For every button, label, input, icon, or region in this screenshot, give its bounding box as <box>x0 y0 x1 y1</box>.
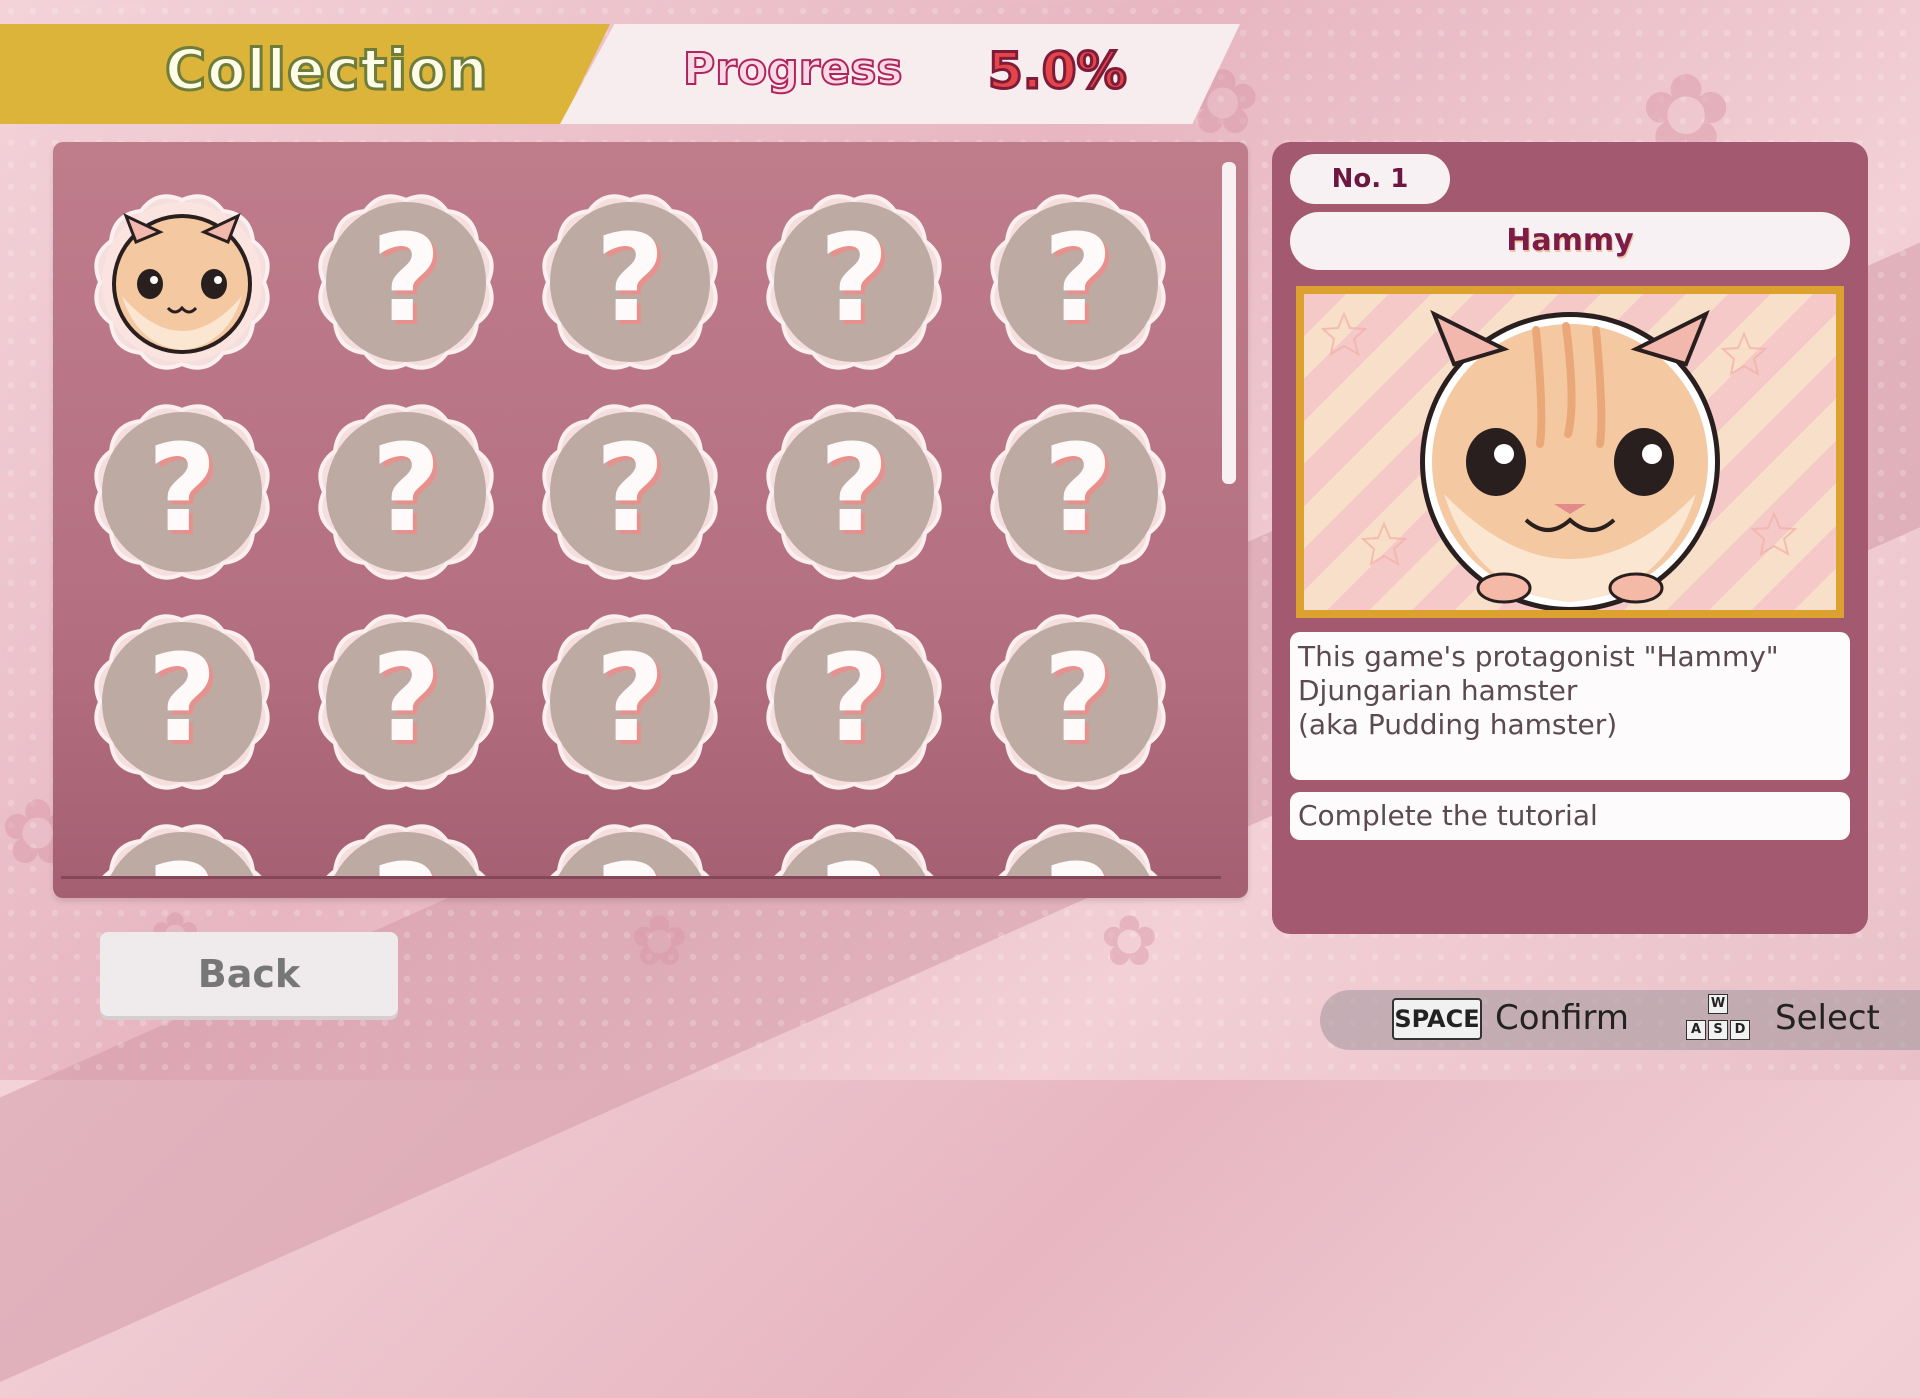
locked-question-mark: ? <box>86 816 278 878</box>
progress-label: Progress <box>682 43 904 96</box>
collection-slot-locked[interactable]: ? <box>310 186 502 378</box>
character-description: This game's protagonist "Hammy" Djungari… <box>1290 632 1850 780</box>
collection-slot-locked[interactable]: ? <box>534 816 726 878</box>
entry-number: No. 1 <box>1290 154 1450 204</box>
flower-decoration: ✿ <box>1100 900 1159 982</box>
collection-slot-locked[interactable]: ? <box>982 606 1174 798</box>
progress-value: 5.0% <box>987 41 1129 102</box>
collection-title: Collection <box>163 37 489 105</box>
collection-slot-locked[interactable]: ? <box>758 186 950 378</box>
locked-question-mark: ? <box>982 816 1174 878</box>
grid-divider <box>61 876 1221 879</box>
locked-question-mark: ? <box>1043 210 1113 349</box>
collection-slot-locked[interactable]: ? <box>310 396 502 588</box>
entry-name: Hammy <box>1290 212 1850 270</box>
collection-slot-locked[interactable]: ? <box>310 606 502 798</box>
description-line: Djungarian hamster <box>1298 674 1578 707</box>
collection-slot-locked[interactable]: ? <box>758 606 950 798</box>
key-w: W <box>1708 994 1728 1014</box>
locked-question-mark: ? <box>371 630 441 769</box>
wasd-keys-icon: W A S D <box>1682 994 1754 1046</box>
key-a: A <box>1686 1020 1706 1040</box>
flower-frame-icon <box>94 194 270 370</box>
locked-question-mark: ? <box>1043 630 1113 769</box>
collection-slot-unlocked[interactable] <box>86 186 278 378</box>
select-hint[interactable]: Select <box>1775 998 1880 1038</box>
locked-question-mark: ? <box>758 816 950 878</box>
key-s: S <box>1708 1020 1728 1040</box>
collection-slot-locked[interactable]: ? <box>534 186 726 378</box>
locked-question-mark: ? <box>371 420 441 559</box>
confirm-hint[interactable]: Confirm <box>1495 998 1629 1038</box>
collection-slot-locked[interactable]: ? <box>86 606 278 798</box>
collection-slot-locked[interactable]: ? <box>982 816 1174 878</box>
collection-slot-locked[interactable]: ? <box>86 816 278 878</box>
locked-question-mark: ? <box>595 630 665 769</box>
collection-slot-locked[interactable]: ? <box>86 396 278 588</box>
grid-scrollbar[interactable] <box>1222 162 1236 484</box>
locked-question-mark: ? <box>371 210 441 349</box>
locked-question-mark: ? <box>819 420 889 559</box>
collection-slot-locked[interactable]: ? <box>758 816 950 878</box>
collection-slot-locked[interactable]: ? <box>534 606 726 798</box>
collection-slot-locked[interactable]: ? <box>982 186 1174 378</box>
character-portrait <box>1296 286 1844 618</box>
back-button[interactable]: Back <box>100 932 398 1016</box>
flower-decoration: ✿ <box>630 900 689 982</box>
collection-slot-locked[interactable]: ? <box>534 396 726 588</box>
collection-slot-locked[interactable]: ? <box>982 396 1174 588</box>
locked-question-mark: ? <box>819 630 889 769</box>
key-d: D <box>1730 1020 1750 1040</box>
collection-slot-locked[interactable]: ? <box>310 816 502 878</box>
locked-question-mark: ? <box>310 816 502 878</box>
locked-question-mark: ? <box>534 816 726 878</box>
locked-question-mark: ? <box>147 630 217 769</box>
unlock-condition: Complete the tutorial <box>1290 792 1850 840</box>
hamster-icon <box>112 213 252 354</box>
locked-question-mark: ? <box>1043 420 1113 559</box>
locked-question-mark: ? <box>147 420 217 559</box>
locked-question-mark: ? <box>595 210 665 349</box>
space-key-icon: SPACE <box>1392 998 1482 1040</box>
collection-grid: ??????????????????? <box>53 142 1213 878</box>
hamster-portrait-icon <box>1320 309 1798 610</box>
description-line: This game's protagonist "Hammy" <box>1298 640 1779 673</box>
locked-question-mark: ? <box>819 210 889 349</box>
collection-grid-panel: ??????????????????? <box>53 142 1248 898</box>
locked-question-mark: ? <box>595 420 665 559</box>
collection-slot-locked[interactable]: ? <box>758 396 950 588</box>
description-line: (aka Pudding hamster) <box>1298 708 1618 741</box>
